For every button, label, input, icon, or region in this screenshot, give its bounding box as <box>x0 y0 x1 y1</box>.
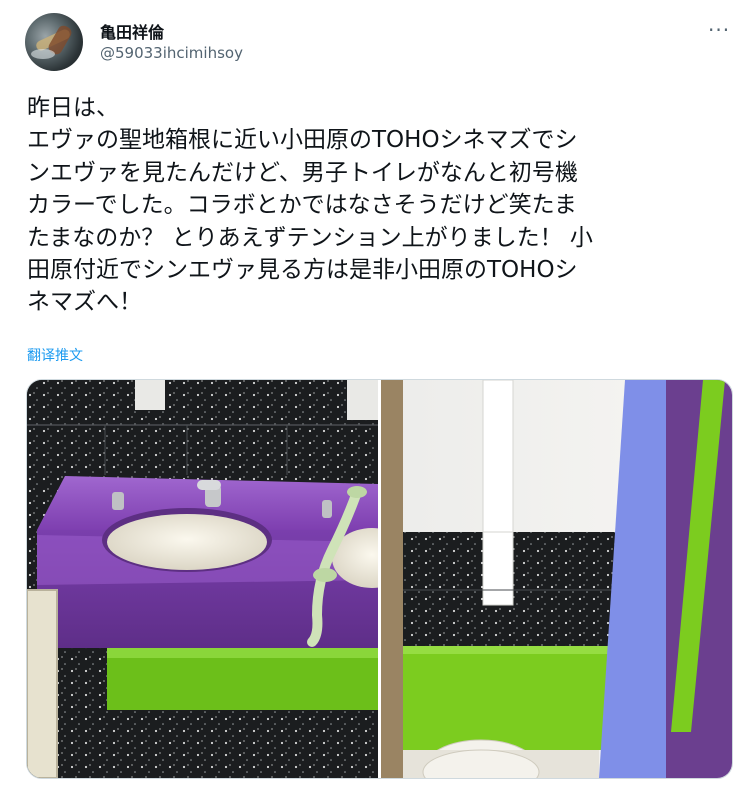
photo-urinal[interactable] <box>381 380 732 778</box>
urinal-illustration <box>381 380 732 778</box>
avatar[interactable] <box>25 13 83 71</box>
tweet-line: 田原付近でシンエヴァ見る方は是非小田原のTOHOシ <box>27 257 578 284</box>
tweet-line: 昨日は、 <box>27 95 119 121</box>
photo-sink[interactable] <box>27 380 378 778</box>
sink-illustration <box>27 380 378 778</box>
translate-tweet-link[interactable]: 翻译推文 <box>27 345 83 365</box>
tweet-line: たまなのか？ とりあえずテンション上がりました！ 小 <box>27 224 593 251</box>
media-grid <box>26 379 733 779</box>
tweet-line: エヴァの聖地箱根に近い小田原のTOHOシネマズでシ <box>27 127 578 154</box>
tweet-line: カラーでした。コラボとかではなさそうだけど笑たま <box>27 192 577 219</box>
tweet-text: 昨日は、 エヴァの聖地箱根に近い小田原のTOHOシネマズでシ ンエヴァを見たんだ… <box>27 92 727 319</box>
display-name[interactable]: 亀田祥倫 <box>100 19 164 43</box>
more-options-icon[interactable]: ··· <box>708 18 730 42</box>
user-handle[interactable]: @59033ihcimihsoy <box>100 44 243 62</box>
tweet-line: ンエヴァを見たんだけど、男子トイレがなんと初号機 <box>27 159 578 186</box>
tweet-line: ネマズへ！ <box>27 289 142 316</box>
